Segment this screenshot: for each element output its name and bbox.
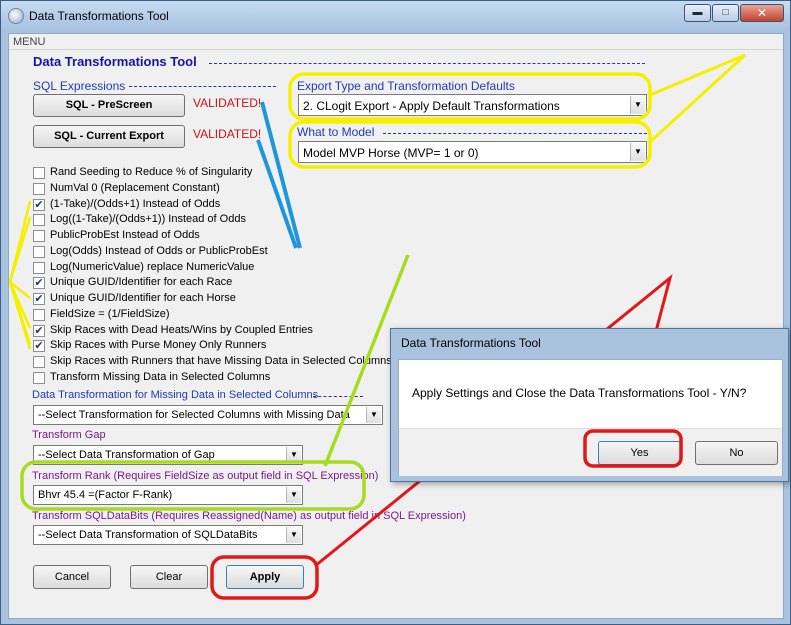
blue-pointer-lines [256,101,302,249]
yellow-pointer-line [648,53,747,144]
dialog-footer: Yes No [399,428,782,476]
dialog-message: Apply Settings and Close the Data Transf… [412,386,747,400]
annotation-overlay [8,53,747,600]
yellow-highlight-export [288,72,652,121]
no-button[interactable]: No [695,441,778,465]
green-highlight-rank [20,460,366,511]
red-highlight-apply [210,555,319,600]
yellow-bracket [8,200,32,350]
yes-button[interactable]: Yes [598,441,681,465]
yellow-highlight-model [288,120,652,169]
yellow-pointer-line [649,53,746,97]
dialog-title: Data Transformations Tool [401,336,541,350]
dialog-body: Apply Settings and Close the Data Transf… [398,359,783,476]
confirm-dialog: Data Transformations Tool Apply Settings… [390,328,789,482]
